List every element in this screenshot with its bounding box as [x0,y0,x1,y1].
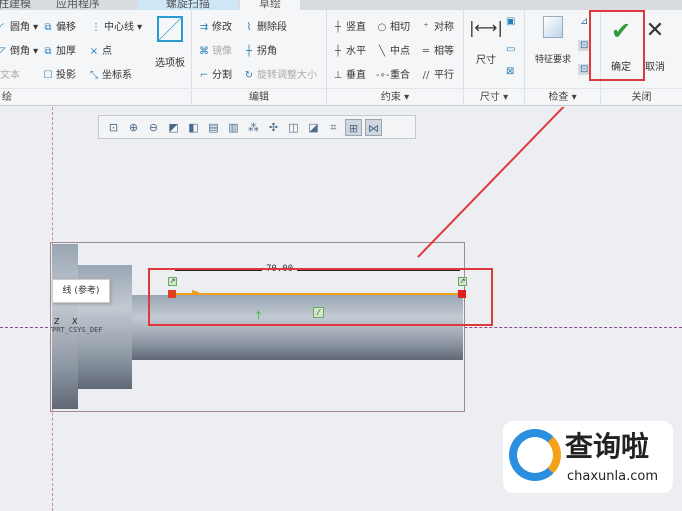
mirror-button[interactable]: ⌘ 镜像 [198,42,232,57]
delete-segment-button[interactable]: ⌇ 删除段 [243,18,287,33]
perimeter-icon[interactable]: ▣ [506,16,515,27]
sketcher-display-icon[interactable]: ⌗ [325,119,342,136]
saved-views-icon[interactable]: ▤ [205,119,222,136]
dimension-icon: |⟷| [469,18,503,37]
csys-button[interactable]: ⤡ 坐标系 [88,66,132,81]
point-button[interactable]: × 点 [88,42,112,57]
offset-button[interactable]: ⧉ 偏移 [42,18,76,33]
ribbon: ◜ 圆角 ▾ ◸ 倒角 ▾ 文本 ⧉ 偏移 ⧉ 加厚 ☐ 投影 ⋮ 中心线 ▾ × 点 ⤡ 坐标… [0,10,682,106]
coincident-icon: -∘- [376,70,390,81]
close-icon: ✕ [645,18,665,43]
reference-icon[interactable]: ⊠ [506,66,514,77]
palette-button[interactable]: 选项板 [152,16,188,69]
offset-icon: ⧉ [44,22,52,33]
equal-constraint-button[interactable]: ═ 相等 [420,42,454,57]
corner-icon: ┼ [245,46,253,57]
watermark-brand: 查询啦 [565,430,650,463]
fillet-button[interactable]: ◜ 圆角 ▾ [0,18,38,33]
divide-icon: ⌐ [199,70,209,81]
tangent-constraint-button[interactable]: ○ 相切 [376,18,410,33]
perpendicular-constraint-button[interactable]: ⊥ 垂直 [332,66,366,81]
horizontal-constraint-button[interactable]: ┼ 水平 [332,42,366,57]
horizontal-icon: ┼ [334,46,342,57]
project-icon: ☐ [43,70,53,81]
csys-icon: ⤡ [90,70,98,81]
midpoint-icon: ╲ [378,46,386,57]
midpoint-constraint-button[interactable]: ╲ 中点 [376,42,410,57]
point-icon: × [89,46,99,57]
tab-modeling[interactable]: 柱建模 [0,0,37,10]
parallel-icon: // [422,70,430,81]
vertical-constraint-button[interactable]: ┼ 竖直 [332,18,366,33]
cancel-button[interactable]: ✕ 取消 [642,18,668,73]
tab-helical-sweep[interactable]: 螺旋扫描 [138,0,238,10]
watermark: 查询啦 chaxunla.com [503,421,673,493]
group-label-close: 关闭 [601,88,682,106]
modify-button[interactable]: ⇉ 修改 [198,18,232,33]
fillet-icon: ◜ [0,22,4,33]
group-label-edit: 编辑 [192,88,326,106]
chamfer-icon: ◸ [0,46,6,57]
zoom-out-icon[interactable]: ⊖ [145,119,162,136]
zoom-in-icon[interactable]: ⊕ [125,119,142,136]
datum-display-icon[interactable]: ⁂ [245,119,262,136]
tangent-icon: ○ [377,22,387,33]
project-button[interactable]: ☐ 投影 [42,66,76,81]
ribbon-tabs: 柱建模 应用程序 螺旋扫描 草绘 [0,0,682,10]
perpendicular-icon: ⊥ [333,70,343,81]
coincident-constraint-button[interactable]: -∘-重合 [376,66,410,81]
sketch-view-icon[interactable]: ◪ [305,119,322,136]
baseline-icon[interactable]: ▭ [506,44,515,55]
group-label-constrain[interactable]: 约束 ▾ [327,88,463,106]
view-manager-icon[interactable]: ▥ [225,119,242,136]
feature-requirements-icon [543,16,563,38]
highlight-ok-box [589,10,645,81]
constraint-display-icon[interactable]: ⋈ [365,119,382,136]
vertical-icon: ┼ [334,22,342,33]
corner-button[interactable]: ┼ 拐角 [243,42,277,57]
watermark-logo-icon [509,429,561,481]
feature-requirements-button[interactable]: 特征要求 [530,16,576,65]
rotate-resize-button[interactable]: ↻ 旋转调整大小 [243,66,317,81]
chamfer-button[interactable]: ◸ 倒角 ▾ [0,42,38,57]
divide-button[interactable]: ⌐ 分割 [198,66,232,81]
tab-applications[interactable]: 应用程序 [50,0,106,10]
centerline-button[interactable]: ⋮ 中心线 ▾ [90,18,142,33]
thicken-button[interactable]: ⧉ 加厚 [42,42,76,57]
overlap-icon[interactable]: ⊿ [580,16,588,27]
mirror-icon: ⌘ [199,46,209,57]
annotation-display-icon[interactable]: ◫ [285,119,302,136]
repaint-icon[interactable]: ◩ [165,119,182,136]
centerline-icon: ⋮ [91,22,101,33]
group-label-dimension[interactable]: 尺寸 ▾ [464,88,524,106]
dimension-button[interactable]: |⟷| 尺寸 [468,18,504,66]
view-toolbar: ⊡ ⊕ ⊖ ◩ ◧ ▤ ▥ ⁂ ✣ ◫ ◪ ⌗ ⊞ ⋈ [98,115,416,139]
dimension-display-icon[interactable]: ⊞ [345,119,362,136]
group-label-inspect[interactable]: 检查 ▾ [525,88,600,106]
display-style-icon[interactable]: ◧ [185,119,202,136]
symmetric-constraint-button[interactable]: ⁺ 对称 [420,18,454,33]
equal-icon: ═ [422,46,430,57]
text-button[interactable]: 文本 [0,66,20,81]
refit-icon[interactable]: ⊡ [105,119,122,136]
tab-sketch[interactable]: 草绘 [240,0,300,10]
thicken-icon: ⧉ [44,46,52,57]
spin-center-icon[interactable]: ✣ [265,119,282,136]
group-label-sketch: 绘 [0,88,190,106]
symmetric-icon: ⁺ [423,22,429,33]
watermark-url: chaxunla.com [567,469,658,484]
modify-icon: ⇉ [199,22,209,33]
parallel-constraint-button[interactable]: //平行 [420,66,454,81]
rotate-resize-icon: ↻ [244,70,254,81]
palette-icon [157,16,183,42]
delete-segment-icon: ⌇ [246,22,252,33]
